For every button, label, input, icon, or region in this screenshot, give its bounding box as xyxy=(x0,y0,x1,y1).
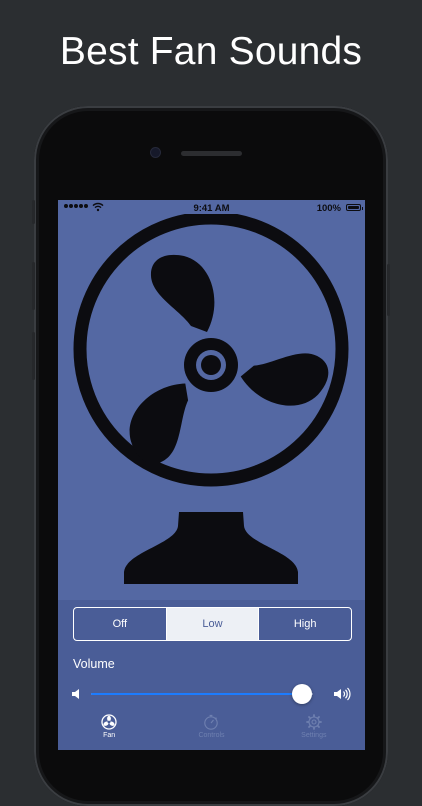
segment-high[interactable]: High xyxy=(258,608,351,640)
desk-fan-icon xyxy=(73,214,349,584)
volume-down-button xyxy=(32,332,35,380)
volume-slider-thumb[interactable] xyxy=(291,684,312,704)
tab-controls[interactable]: Controls xyxy=(160,710,262,750)
volume-slider-fill xyxy=(91,693,302,695)
segment-low[interactable]: Low xyxy=(165,608,259,640)
volume-slider-track[interactable] xyxy=(91,693,313,695)
fan-icon xyxy=(101,714,117,730)
volume-up-button xyxy=(32,262,35,310)
speed-segmented-control: Off Low High xyxy=(73,607,352,641)
power-button xyxy=(387,264,390,316)
speaker-high-icon xyxy=(334,687,351,701)
control-panel: Off Low High Volume Fan Controls Setting… xyxy=(58,600,365,750)
gear-icon xyxy=(305,714,322,730)
segment-off[interactable]: Off xyxy=(74,608,166,640)
front-camera xyxy=(151,148,160,157)
speaker-low-icon xyxy=(72,689,79,699)
earpiece-speaker xyxy=(181,151,242,156)
app-screen: 9:41 AM 100% Off Low High Volume Fan Con… xyxy=(58,200,365,750)
battery-icon xyxy=(346,204,363,211)
mute-switch xyxy=(32,200,35,224)
tab-settings-label: Settings xyxy=(301,732,327,739)
stopwatch-icon xyxy=(204,714,219,730)
volume-label: Volume xyxy=(73,657,115,671)
tab-controls-label: Controls xyxy=(198,732,225,739)
battery-percent: 100% xyxy=(316,203,341,214)
tab-bar: Fan Controls Settings xyxy=(58,710,365,750)
tab-fan[interactable]: Fan xyxy=(58,710,160,750)
tab-fan-label: Fan xyxy=(103,732,116,739)
headline: Best Fan Sounds xyxy=(59,30,363,73)
tab-settings[interactable]: Settings xyxy=(263,710,365,750)
